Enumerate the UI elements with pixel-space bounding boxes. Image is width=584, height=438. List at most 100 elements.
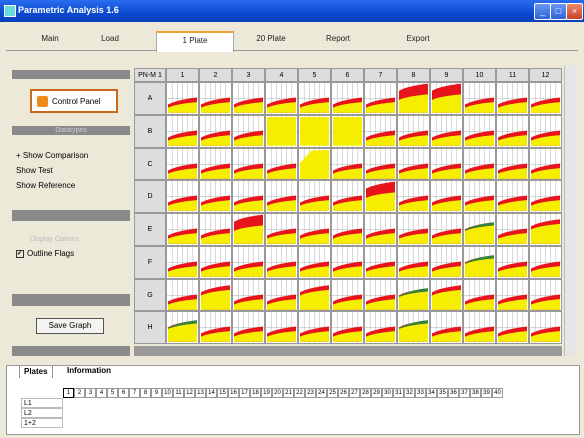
well-plot[interactable] (430, 278, 463, 312)
well-plot[interactable] (265, 180, 298, 213)
row-header[interactable]: A (134, 82, 166, 115)
plate-number-cell[interactable]: 24 (316, 388, 327, 398)
well-plot[interactable] (298, 82, 331, 115)
well-plot[interactable] (298, 213, 331, 246)
well-plot[interactable] (397, 114, 430, 148)
well-plot[interactable] (331, 82, 364, 115)
save-graph-button[interactable]: Save Graph (36, 318, 104, 334)
well-plot[interactable] (331, 278, 364, 312)
well-plot[interactable] (364, 278, 397, 312)
well-plot[interactable] (298, 180, 331, 213)
well-plot[interactable] (463, 278, 496, 312)
well-plot[interactable] (463, 82, 496, 115)
plate-number-cell[interactable]: 10 (162, 388, 173, 398)
well-plot[interactable] (430, 245, 463, 279)
well-plot[interactable] (496, 213, 529, 246)
well-plot[interactable] (166, 147, 199, 181)
well-plot[interactable] (199, 278, 232, 312)
well-plot[interactable] (529, 82, 562, 115)
well-plot[interactable] (364, 114, 397, 148)
well-plot[interactable] (496, 311, 529, 344)
tab-20-plate[interactable]: 20 Plate (246, 34, 296, 48)
tab-plates[interactable]: Plates (19, 365, 53, 378)
well-plot[interactable] (232, 213, 265, 246)
well-plot[interactable] (496, 147, 529, 181)
maximize-icon[interactable]: □ (550, 3, 567, 20)
well-plot[interactable] (199, 82, 232, 115)
plate-number-cell[interactable]: 33 (415, 388, 426, 398)
plate-number-cell[interactable]: 25 (327, 388, 338, 398)
well-plot[interactable] (331, 213, 364, 246)
column-header[interactable]: 4 (265, 68, 298, 82)
well-plot[interactable] (463, 114, 496, 148)
well-plot[interactable] (232, 278, 265, 312)
well-plot[interactable] (496, 180, 529, 213)
well-plot[interactable] (232, 147, 265, 181)
plate-number-cell[interactable]: 21 (283, 388, 294, 398)
well-plot[interactable] (331, 311, 364, 344)
plate-number-cell[interactable]: 14 (206, 388, 217, 398)
well-plot[interactable] (166, 245, 199, 279)
well-plot[interactable] (331, 245, 364, 279)
well-plot[interactable] (430, 147, 463, 181)
plate-number-cell[interactable]: 2 (74, 388, 85, 398)
well-plot[interactable] (166, 114, 199, 148)
well-plot[interactable] (232, 82, 265, 115)
well-plot[interactable] (397, 180, 430, 213)
well-plot[interactable] (463, 311, 496, 344)
well-plot[interactable] (364, 213, 397, 246)
column-header[interactable]: 9 (430, 68, 463, 82)
column-header[interactable]: 7 (364, 68, 397, 82)
plate-number-cell[interactable]: 18 (250, 388, 261, 398)
option-show-test[interactable]: Show Test (16, 166, 53, 175)
well-plot[interactable] (430, 213, 463, 246)
well-plot[interactable] (430, 114, 463, 148)
control-panel-button[interactable]: Control Panel (30, 89, 118, 113)
row-header[interactable]: G (134, 278, 166, 312)
plate-number-cell[interactable]: 34 (426, 388, 437, 398)
well-plot[interactable] (397, 213, 430, 246)
well-plot[interactable] (397, 278, 430, 312)
well-plot[interactable] (199, 114, 232, 148)
well-plot[interactable] (166, 311, 199, 344)
plate-number-cell[interactable]: 31 (393, 388, 404, 398)
well-plot[interactable] (232, 114, 265, 148)
plate-number-cell[interactable]: 8 (140, 388, 151, 398)
well-plot[interactable] (265, 147, 298, 181)
plate-number-cell[interactable]: 36 (448, 388, 459, 398)
well-plot[interactable] (463, 180, 496, 213)
well-plot[interactable] (397, 147, 430, 181)
well-plot[interactable] (463, 213, 496, 246)
row-header[interactable]: B (134, 114, 166, 148)
tab-1-plate[interactable]: 1 Plate (156, 31, 234, 52)
tab-export[interactable]: Export (398, 34, 438, 48)
plate-number-cell[interactable]: 7 (129, 388, 140, 398)
well-plot[interactable] (529, 180, 562, 213)
plate-number-cell[interactable]: 29 (371, 388, 382, 398)
plate-number-cell[interactable]: 9 (151, 388, 162, 398)
well-plot[interactable] (331, 114, 364, 148)
column-header[interactable]: 12 (529, 68, 562, 82)
column-header[interactable]: 5 (298, 68, 331, 82)
well-plot[interactable] (166, 82, 199, 115)
plate-number-cell[interactable]: 13 (195, 388, 206, 398)
well-plot[interactable] (397, 245, 430, 279)
well-plot[interactable] (199, 311, 232, 344)
row-header[interactable]: E (134, 213, 166, 246)
well-plot[interactable] (463, 245, 496, 279)
well-plot[interactable] (430, 311, 463, 344)
well-plot[interactable] (166, 213, 199, 246)
well-plot[interactable] (364, 147, 397, 181)
plate-number-cell[interactable]: 16 (228, 388, 239, 398)
well-plot[interactable] (265, 311, 298, 344)
column-header[interactable]: 11 (496, 68, 529, 82)
plate-number-cell[interactable]: 38 (470, 388, 481, 398)
well-plot[interactable] (496, 278, 529, 312)
well-plot[interactable] (331, 147, 364, 181)
plate-number-cell[interactable]: 4 (96, 388, 107, 398)
well-plot[interactable] (166, 278, 199, 312)
row-header[interactable]: F (134, 245, 166, 279)
well-plot[interactable] (529, 245, 562, 279)
plate-number-cell[interactable]: 20 (272, 388, 283, 398)
well-plot[interactable] (232, 311, 265, 344)
